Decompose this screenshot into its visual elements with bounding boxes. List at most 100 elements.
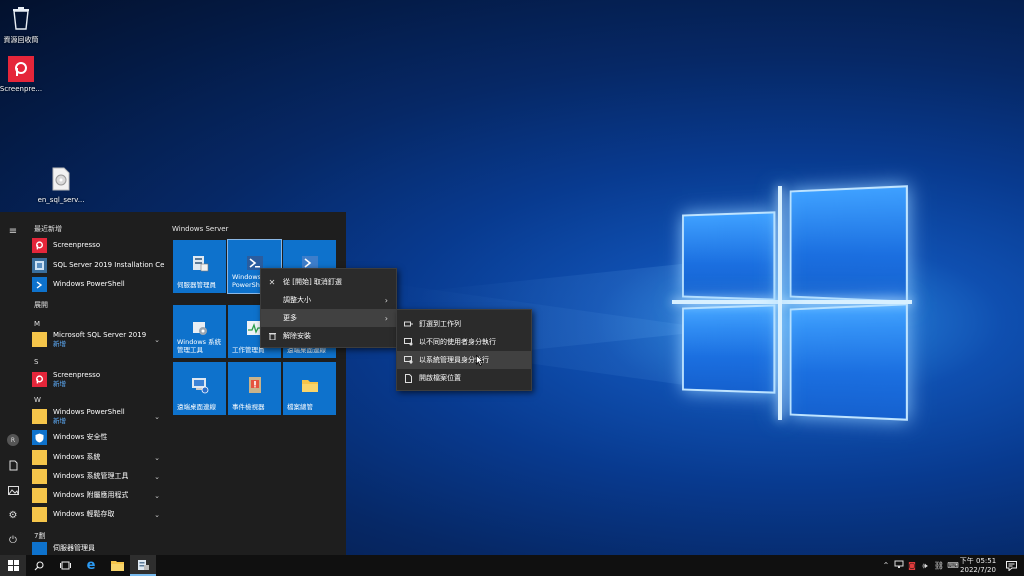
desktop-icon-recycle-bin[interactable]: 資源回收筒 — [0, 4, 42, 45]
menu-item-more[interactable]: 更多 › — [261, 309, 396, 327]
file-location-icon — [397, 373, 419, 383]
app-label: Windows 附屬應用程式 — [53, 491, 129, 499]
clock-time: 下午 05:51 — [959, 557, 997, 565]
disc-image-icon — [47, 165, 75, 193]
tile-admin-tools[interactable]: Windows 系統管理工具 — [173, 305, 226, 358]
group-letter-w[interactable]: W — [34, 396, 41, 404]
desktop-icon-sql-iso[interactable]: en_sql_serv... — [37, 165, 85, 204]
app-item-screenpresso-recent[interactable]: Screenpresso — [32, 236, 164, 255]
edge-icon: e — [86, 558, 96, 573]
menu-item-pin-to-taskbar[interactable]: 釘選到工作列 — [397, 315, 531, 333]
search-button[interactable] — [26, 555, 52, 576]
windows-logo-pane — [789, 185, 908, 303]
menu-item-label: 以不同的使用者身分執行 — [419, 338, 496, 346]
tile-label: 事件檢視器 — [232, 403, 265, 411]
search-icon — [34, 560, 44, 570]
power-icon[interactable]: ⏻ — [4, 531, 22, 549]
chevron-down-icon: ⌄ — [154, 510, 160, 519]
mouse-cursor-icon — [476, 354, 484, 368]
app-item-powershell-recent[interactable]: Windows PowerShell — [32, 275, 164, 294]
documents-icon[interactable] — [4, 456, 22, 474]
app-label: Microsoft SQL Server 2019 — [53, 330, 147, 339]
tile-label: 遠端桌面連線 — [177, 403, 216, 411]
taskbar-server-manager[interactable] — [130, 555, 156, 576]
app-item-windows-powershell[interactable]: Windows PowerShell 新增 ⌄ — [32, 407, 164, 426]
folder-icon — [32, 507, 47, 522]
menu-item-label: 調整大小 — [283, 296, 311, 304]
screenpresso-icon — [8, 56, 34, 82]
menu-item-open-file-location[interactable]: 開啟檔案位置 — [397, 369, 531, 387]
logo-glow-vertical — [778, 186, 782, 420]
taskbar-edge[interactable]: e — [78, 555, 104, 576]
alert-icon[interactable]: ◙ — [906, 561, 918, 570]
folder-icon — [32, 488, 47, 503]
menu-item-uninstall[interactable]: 解除安裝 — [261, 327, 396, 345]
desktop-icon-label: en_sql_serv... — [37, 196, 85, 204]
run-as-admin-icon — [397, 356, 419, 364]
chevron-up-icon[interactable]: ⌃ — [880, 561, 892, 570]
app-item-windows-security[interactable]: Windows 安全性 — [32, 428, 164, 447]
app-label: Windows 系統管理工具 — [53, 472, 129, 480]
app-item-windows-system[interactable]: Windows 系統 ⌄ — [32, 448, 164, 467]
menu-item-label: 釘選到工作列 — [419, 320, 461, 328]
link-icon[interactable]: ⛓ — [932, 561, 946, 570]
app-label: Screenpresso — [53, 241, 101, 249]
sql-installer-icon — [32, 258, 47, 273]
chevron-down-icon: ⌄ — [154, 335, 160, 344]
app-list: 最近新增 Screenpresso SQL Server 2019 Instal… — [30, 212, 164, 555]
tile-file-explorer[interactable]: 檔案總管 — [283, 362, 336, 415]
app-item-windows-ease-of-access[interactable]: Windows 輕鬆存取 ⌄ — [32, 505, 164, 524]
task-view-icon — [59, 561, 71, 570]
group-letter-7[interactable]: 7劃 — [34, 531, 45, 541]
menu-item-resize[interactable]: 調整大小 › — [261, 291, 396, 309]
more-submenu: 釘選到工作列 以不同的使用者身分執行 以系統管理員身分執行 開啟檔案位置 — [396, 309, 532, 391]
settings-gear-icon[interactable]: ⚙ — [4, 506, 22, 524]
taskbar-file-explorer[interactable] — [104, 555, 130, 576]
expand-toggle[interactable]: 展開 — [34, 300, 48, 310]
tile-server-manager[interactable]: 伺服器管理員 — [173, 240, 226, 293]
folder-icon — [32, 409, 47, 424]
chevron-down-icon: ⌄ — [154, 472, 160, 481]
chevron-down-icon: ⌄ — [154, 453, 160, 462]
start-button[interactable] — [0, 555, 26, 576]
folder-icon — [32, 450, 47, 465]
desktop-icon-screenpresso[interactable]: Screenpre... — [0, 56, 42, 93]
network-icon[interactable] — [892, 560, 906, 571]
group-letter-s[interactable]: S — [34, 358, 38, 366]
menu-item-label: 從 [開始] 取消釘選 — [283, 278, 342, 286]
task-view-button[interactable] — [52, 555, 78, 576]
user-avatar[interactable]: R — [4, 431, 22, 449]
pictures-icon[interactable] — [4, 481, 22, 499]
app-item-sql-installer[interactable]: SQL Server 2019 Installation Cent... — [32, 256, 164, 275]
volume-icon[interactable]: 🕪 — [918, 561, 932, 571]
tile-event-viewer[interactable]: 事件檢視器 — [228, 362, 281, 415]
menu-item-run-as-different-user[interactable]: 以不同的使用者身分執行 — [397, 333, 531, 351]
app-item-server-manager[interactable]: 伺服器管理員 — [32, 542, 164, 555]
notifications-button[interactable] — [998, 555, 1024, 576]
windows-logo-pane — [682, 304, 776, 394]
tile-label: 檔案總管 — [287, 403, 313, 411]
new-badge: 新增 — [53, 339, 66, 348]
app-item-screenpresso[interactable]: Screenpresso 新增 — [32, 370, 164, 389]
app-item-windows-accessories[interactable]: Windows 附屬應用程式 ⌄ — [32, 486, 164, 505]
app-item-windows-admin-tools[interactable]: Windows 系統管理工具 ⌄ — [32, 467, 164, 486]
menu-item-label: 開啟檔案位置 — [419, 374, 461, 382]
menu-item-unpin-from-start[interactable]: ✕ 從 [開始] 取消釘選 — [261, 273, 396, 291]
hamburger-menu-icon[interactable]: ≡ — [4, 222, 22, 240]
server-manager-icon — [32, 542, 47, 555]
admin-tools-icon — [190, 318, 209, 337]
app-label: Windows 系統 — [53, 453, 101, 461]
chevron-down-icon: ⌄ — [154, 491, 160, 500]
file-explorer-icon — [110, 561, 124, 571]
menu-item-run-as-admin[interactable]: 以系統管理員身分執行 — [397, 351, 531, 369]
desktop-icon-label: 資源回收筒 — [3, 36, 39, 44]
chevron-right-icon: › — [384, 295, 388, 305]
group-letter-m[interactable]: M — [34, 320, 40, 328]
start-rail: ≡ R ⚙ ⏻ — [0, 212, 26, 555]
windows-logo-pane — [682, 211, 776, 301]
start-menu: ≡ R ⚙ ⏻ 最近新增 Screenpresso SQL Server 201… — [0, 212, 346, 555]
app-item-sql-server-2019[interactable]: Microsoft SQL Server 2019 新增 ⌄ — [32, 330, 164, 349]
new-badge: 新增 — [53, 379, 66, 388]
clock[interactable]: 下午 05:51 2022/7/20 — [958, 557, 998, 574]
tile-remote-desktop-connection[interactable]: 遠端桌面連線 — [173, 362, 226, 415]
